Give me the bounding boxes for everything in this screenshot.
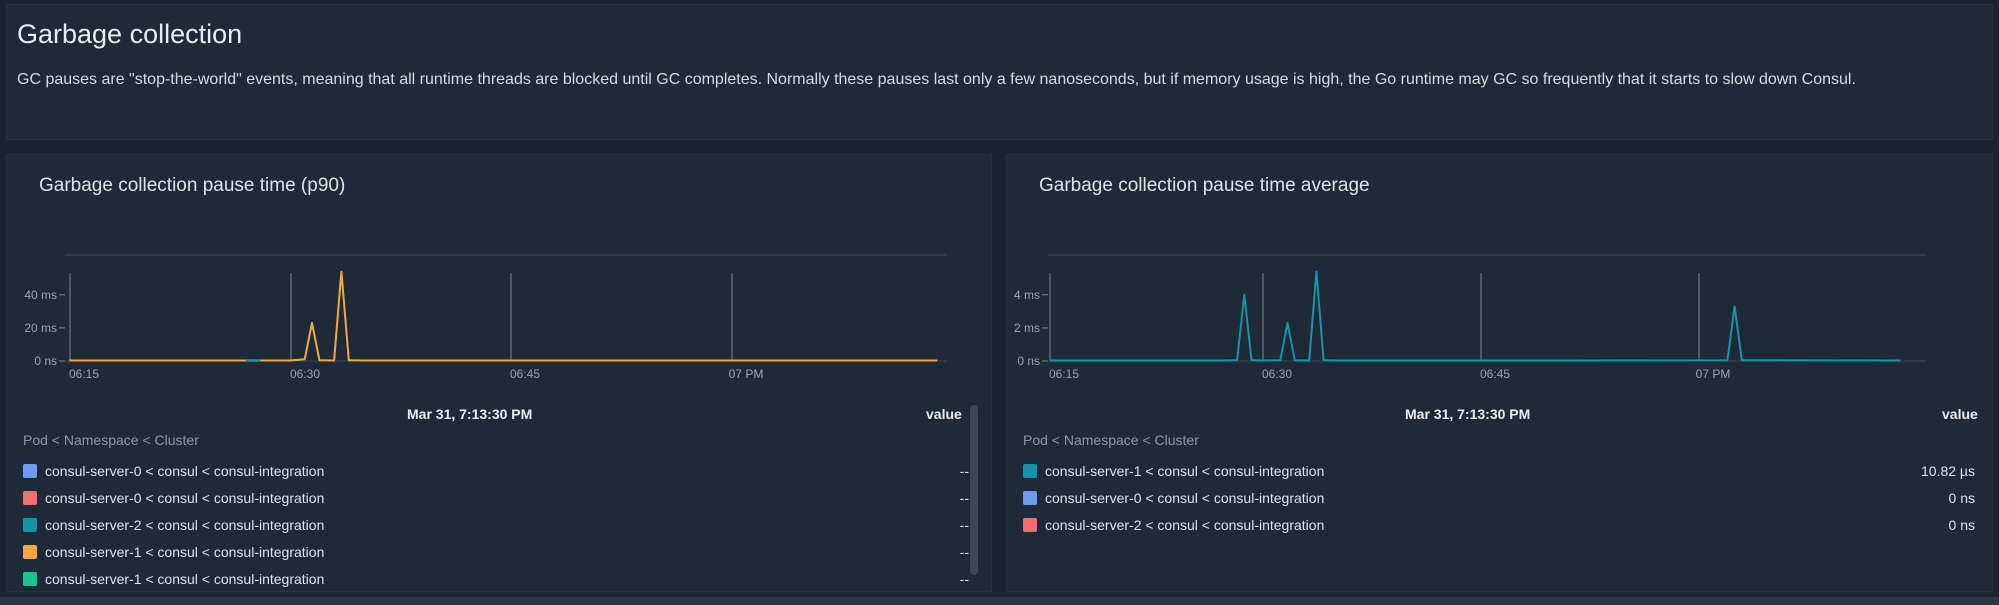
legend-value: 10.82 µs xyxy=(1921,462,1975,479)
legend-value: -- xyxy=(959,570,969,587)
value-column-header: value xyxy=(1942,406,1978,422)
series-color-swatch xyxy=(23,490,37,505)
avg-pause-panel: Garbage collection pause time average 0 … xyxy=(1006,154,1993,592)
section-title: Garbage collection xyxy=(17,19,243,49)
legend-value: 0 ns xyxy=(1948,489,1975,506)
series-color-swatch xyxy=(1023,463,1037,478)
legend-item[interactable]: consul-server-1 < consul < consul-integr… xyxy=(23,538,969,565)
series-legend: consul-server-0 < consul < consul-integr… xyxy=(23,457,969,592)
panel-title: Garbage collection pause time average xyxy=(1039,175,1370,196)
legend-header: Pod < Namespace < Cluster xyxy=(1023,432,1199,448)
legend-item[interactable]: consul-server-0 < consul < consul-integr… xyxy=(23,457,969,484)
series-legend: consul-server-1 < consul < consul-integr… xyxy=(1023,457,1975,538)
series-color-swatch xyxy=(1023,490,1037,505)
value-column-header: value xyxy=(926,406,962,422)
series-color-swatch xyxy=(23,463,37,478)
legend-value: -- xyxy=(959,543,969,560)
y-tick-label: 0 ns xyxy=(1017,354,1040,368)
p90-pause-panel: Garbage collection pause time (p90) 0 ns… xyxy=(6,154,992,592)
legend-item[interactable]: consul-server-0 < consul < consul-integr… xyxy=(23,484,969,511)
legend-header: Pod < Namespace < Cluster xyxy=(23,432,199,448)
legend-item[interactable]: consul-server-2 < consul < consul-integr… xyxy=(1023,511,1975,538)
x-tick-label: 06:30 xyxy=(1262,367,1292,381)
p90-pause-chart[interactable]: 0 ns 20 ms 40 ms 06:15 06:30 06:45 07 PM xyxy=(7,225,993,390)
legend-value: 0 ns xyxy=(1948,516,1975,533)
series-color-swatch xyxy=(23,544,37,559)
y-tick-label: 4 ms xyxy=(1014,288,1040,302)
series-line xyxy=(69,270,938,362)
y-tick-label: 40 ms xyxy=(24,288,57,302)
legend-label: consul-server-0 < consul < consul-integr… xyxy=(45,462,325,479)
series-color-swatch xyxy=(23,517,37,532)
section-description: GC pauses are "stop-the-world" events, m… xyxy=(17,71,1856,88)
panel-title: Garbage collection pause time (p90) xyxy=(39,175,346,196)
series-color-swatch xyxy=(23,571,37,586)
x-tick-label: 06:30 xyxy=(290,367,320,381)
x-tick-label: 06:15 xyxy=(1049,367,1079,381)
legend-label: consul-server-0 < consul < consul-integr… xyxy=(1045,489,1325,506)
x-tick-label: 07 PM xyxy=(729,367,764,381)
legend-item[interactable]: consul-server-1 < consul < consul-integr… xyxy=(1023,457,1975,484)
x-tick-label: 06:15 xyxy=(69,367,99,381)
y-tick-label: 20 ms xyxy=(24,321,57,335)
legend-label: consul-server-1 < consul < consul-integr… xyxy=(45,543,325,560)
hover-timestamp: Mar 31, 7:13:30 PM xyxy=(1405,406,1531,422)
avg-pause-chart[interactable]: 0 ns 2 ms 4 ms 06:15 06:30 06:45 07 PM xyxy=(1007,225,1994,390)
legend-label: consul-server-1 < consul < consul-integr… xyxy=(45,570,325,587)
series-line xyxy=(1049,270,1901,362)
x-tick-label: 06:45 xyxy=(510,367,540,381)
legend-label: consul-server-2 < consul < consul-integr… xyxy=(1045,516,1325,533)
legend-scrollbar[interactable] xyxy=(970,405,978,575)
legend-label: consul-server-1 < consul < consul-integr… xyxy=(1045,462,1325,479)
legend-item[interactable]: consul-server-0 < consul < consul-integr… xyxy=(1023,484,1975,511)
bottom-divider xyxy=(0,597,1999,605)
x-tick-label: 06:45 xyxy=(1480,367,1510,381)
description-panel: Garbage collection GC pauses are "stop-t… xyxy=(6,4,1993,140)
y-tick-label: 0 ns xyxy=(34,354,57,368)
legend-value: -- xyxy=(959,462,969,479)
legend-value: -- xyxy=(959,516,969,533)
x-tick-label: 07 PM xyxy=(1696,367,1731,381)
legend-value: -- xyxy=(959,489,969,506)
series-color-swatch xyxy=(1023,517,1037,532)
legend-label: consul-server-0 < consul < consul-integr… xyxy=(45,489,325,506)
legend-item[interactable]: consul-server-1 < consul < consul-integr… xyxy=(23,565,969,592)
hover-timestamp: Mar 31, 7:13:30 PM xyxy=(407,406,533,422)
legend-item[interactable]: consul-server-2 < consul < consul-integr… xyxy=(23,511,969,538)
y-tick-label: 2 ms xyxy=(1014,321,1040,335)
legend-label: consul-server-2 < consul < consul-integr… xyxy=(45,516,325,533)
